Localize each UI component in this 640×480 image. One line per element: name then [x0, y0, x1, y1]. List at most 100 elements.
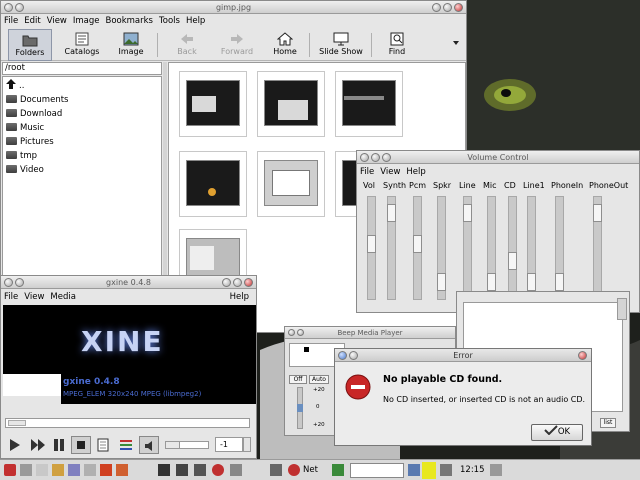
snapshot-icon[interactable] — [97, 438, 109, 452]
minimize-button[interactable] — [15, 278, 24, 287]
channel-slider-mic[interactable] — [487, 196, 496, 300]
pause-icon[interactable] — [53, 439, 65, 451]
slider-thumb[interactable] — [487, 273, 496, 291]
menu-media[interactable]: Media — [47, 291, 79, 304]
channel-slider-vol[interactable] — [367, 196, 376, 300]
slider-thumb[interactable] — [593, 204, 602, 222]
maximize-button[interactable] — [443, 3, 452, 12]
launcher-icon[interactable] — [270, 464, 282, 476]
thumbnail[interactable] — [257, 71, 325, 137]
path-input[interactable]: /root — [2, 62, 162, 75]
tree-item-documents[interactable]: Documents — [6, 93, 68, 107]
menu-help[interactable]: Help — [227, 291, 252, 304]
home-button[interactable]: Home — [267, 29, 303, 61]
launcher-icon[interactable] — [212, 464, 224, 476]
thumbnail[interactable] — [179, 151, 247, 217]
tree-item-parent[interactable]: .. — [6, 79, 24, 93]
menu-bookmarks[interactable]: Bookmarks — [103, 15, 157, 28]
bmp-off-button[interactable]: Off — [289, 375, 307, 384]
volume-slider[interactable] — [165, 441, 209, 449]
slideshow-button[interactable]: Slide Show — [315, 29, 367, 61]
tree-item-music[interactable]: Music — [6, 121, 44, 135]
minimize-icon-button[interactable] — [432, 3, 441, 12]
slider-thumb[interactable] — [437, 273, 446, 291]
stop-button[interactable] — [71, 436, 91, 454]
notes-icon[interactable] — [422, 462, 436, 479]
find-button[interactable]: Find — [381, 29, 413, 61]
window-menu-button[interactable] — [4, 278, 13, 287]
channel-slider-cd[interactable] — [508, 196, 517, 300]
launcher-icon[interactable] — [194, 464, 206, 476]
maximize-button[interactable] — [382, 153, 391, 162]
launcher-icon[interactable] — [20, 464, 32, 476]
launcher-icon[interactable] — [230, 464, 242, 476]
bmp-auto-button[interactable]: Auto — [309, 375, 329, 384]
back-button[interactable]: Back — [167, 29, 207, 61]
catalogs-button[interactable]: Catalogs — [59, 29, 105, 61]
tree-item-download[interactable]: Download — [6, 107, 62, 121]
window-menu-button[interactable] — [4, 3, 13, 12]
image-button[interactable]: Image — [111, 29, 151, 61]
launcher-icon[interactable] — [332, 464, 344, 476]
launcher-icon[interactable] — [288, 464, 300, 476]
minimize-button[interactable] — [15, 3, 24, 12]
launcher-icon[interactable] — [116, 464, 128, 476]
thumbnail[interactable] — [257, 151, 325, 217]
launcher-icon[interactable] — [158, 464, 170, 476]
thumbnail[interactable] — [335, 71, 403, 137]
tree-item-video[interactable]: Video — [6, 163, 44, 177]
menu-view[interactable]: View — [21, 291, 47, 304]
seek-thumb[interactable] — [8, 420, 26, 426]
spin-buttons[interactable] — [243, 437, 251, 452]
close-button[interactable] — [454, 3, 463, 12]
window-menu-button[interactable] — [288, 329, 295, 336]
menu-help[interactable]: Help — [403, 166, 428, 179]
launcher-icon[interactable] — [68, 464, 80, 476]
menu-help[interactable]: Help — [183, 15, 208, 28]
folders-button[interactable]: Folders — [8, 29, 52, 61]
window-menu-button[interactable] — [338, 351, 347, 360]
spin-input[interactable]: -1 — [215, 437, 243, 452]
slider-thumb[interactable] — [555, 273, 564, 291]
launcher-icon[interactable] — [440, 464, 452, 476]
tree-item-pictures[interactable]: Pictures — [6, 135, 54, 149]
window-menu-button[interactable] — [360, 153, 369, 162]
launcher-icon[interactable] — [52, 464, 64, 476]
minimize-button[interactable] — [349, 351, 358, 360]
slider-thumb[interactable] — [463, 204, 472, 222]
launcher-icon[interactable] — [36, 464, 48, 476]
slider-thumb[interactable] — [508, 252, 517, 270]
minimize-button[interactable] — [297, 329, 304, 336]
toolbar-overflow-arrow-icon[interactable] — [453, 41, 459, 45]
slider-thumb[interactable] — [297, 404, 303, 412]
tree-item-tmp[interactable]: tmp — [6, 149, 37, 163]
slider-thumb[interactable] — [387, 204, 396, 222]
settings-icon[interactable] — [119, 438, 133, 452]
scrollbar[interactable] — [617, 298, 627, 320]
channel-slider-phonein[interactable] — [555, 196, 564, 300]
thumbnail[interactable] — [179, 71, 247, 137]
terminal-icon[interactable] — [176, 464, 188, 476]
slider-thumb[interactable] — [527, 273, 536, 291]
maximize-button[interactable] — [233, 278, 242, 287]
menu-edit[interactable]: Edit — [21, 15, 43, 28]
play-icon[interactable] — [9, 439, 21, 451]
channel-slider-synth[interactable] — [387, 196, 396, 300]
start-menu-icon[interactable] — [4, 464, 16, 476]
mute-button[interactable] — [139, 436, 159, 454]
close-button[interactable] — [244, 278, 253, 287]
tray-icon[interactable] — [490, 464, 502, 476]
fast-forward-icon[interactable] — [31, 439, 45, 451]
close-button[interactable] — [578, 351, 587, 360]
menu-tools[interactable]: Tools — [156, 15, 183, 28]
channel-slider-line1[interactable] — [527, 196, 536, 300]
slider-thumb[interactable] — [413, 235, 422, 253]
channel-slider-phoneout[interactable] — [593, 196, 602, 300]
seek-bar[interactable] — [5, 418, 250, 428]
slider-thumb[interactable] — [367, 235, 376, 253]
menu-view[interactable]: View — [377, 166, 403, 179]
channel-slider-line[interactable] — [463, 196, 472, 300]
minimize-button[interactable] — [371, 153, 380, 162]
menu-file[interactable]: File — [357, 166, 377, 179]
net-label[interactable]: Net — [303, 465, 318, 475]
